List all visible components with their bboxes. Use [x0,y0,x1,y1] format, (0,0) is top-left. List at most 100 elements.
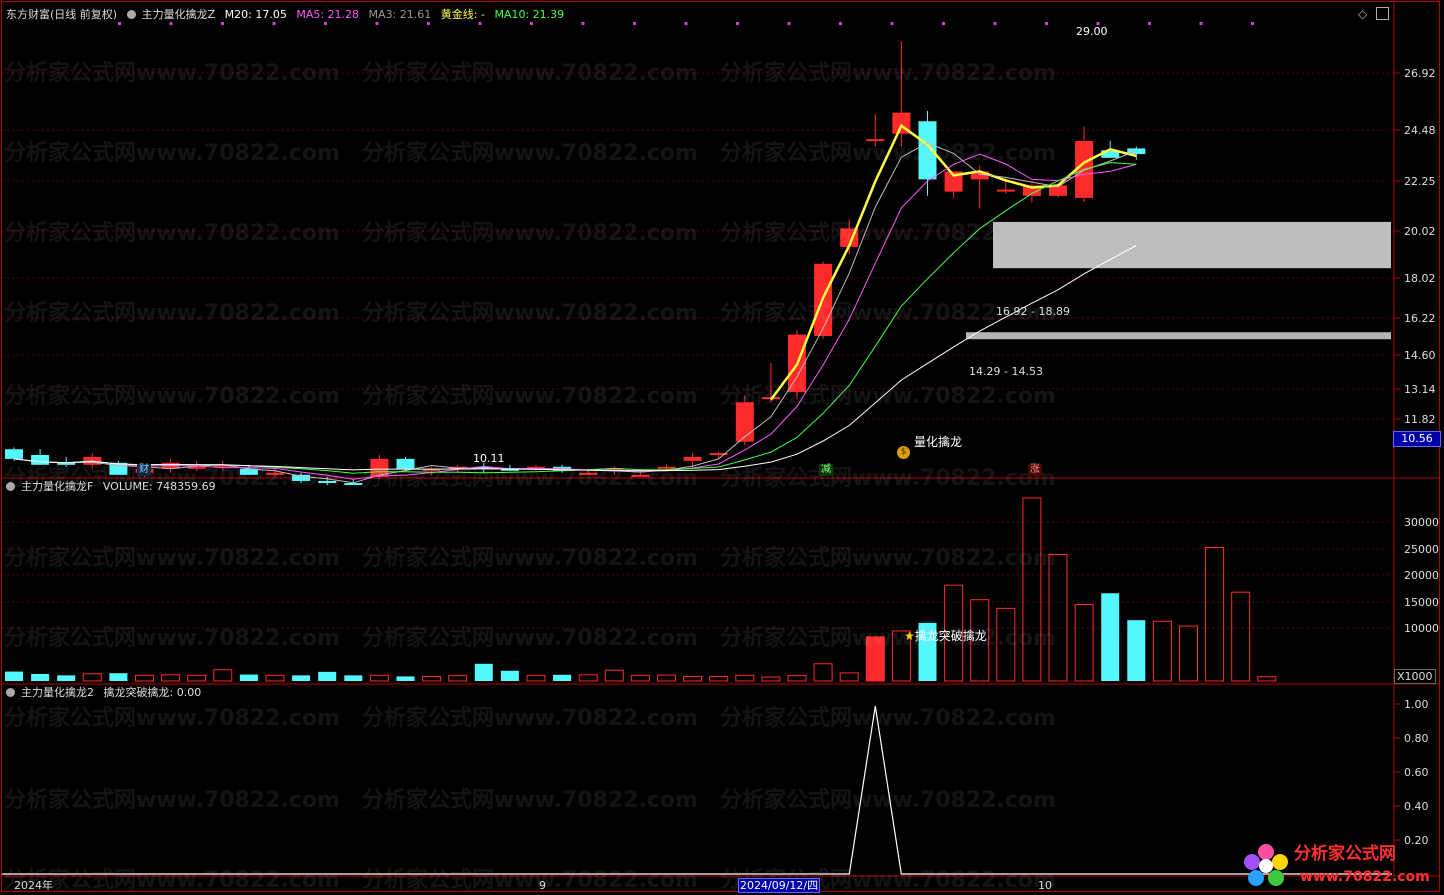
ma3-line [13,142,1137,484]
candle-body [344,483,363,486]
volume-bar [578,674,598,682]
diamond-icon[interactable]: ◇ [1358,8,1367,21]
signal-tick: 1.00 [1404,698,1429,711]
volume-bar [1127,620,1146,681]
marker-cai[interactable]: 财 [137,464,151,476]
logo-name: 分析家公式网 [1294,844,1396,864]
top-marker-dot [787,22,791,25]
top-marker-dot [839,22,842,25]
volume-indicator-name[interactable]: 主力量化擒龙F [21,480,93,493]
signal-indicator-name[interactable]: 主力量化擒龙2 [21,686,94,699]
volume-bar-signal [866,636,885,681]
site-logo: 分析家公式网 www.70822.com [1238,838,1438,892]
signal-label: 量化擒龙 [914,435,963,449]
volume-tick: 25000 [1404,543,1439,556]
m20-value: M20: 17.05 [224,8,287,21]
volume-bar [683,675,703,682]
price-tick: 24.48 [1404,124,1436,137]
ma3-value: MA3: 21.61 [368,8,432,21]
volume-bar [1152,620,1172,682]
volume-bar [630,674,650,682]
settings-circle-icon[interactable] [6,482,15,491]
top-marker-dot [633,22,636,25]
volume-bar [996,607,1016,682]
ma5-line [13,153,1137,480]
volume-tick: 30000 [1404,516,1439,529]
current-price-badge: 10.56 [1393,431,1441,447]
price-tick: 20.02 [1404,225,1436,238]
logo-url: www.70822.com [1300,869,1430,885]
ma10-value: MA10: 21.39 [494,8,565,21]
volume-bar [657,674,676,682]
settings-circle-icon[interactable] [126,10,136,19]
volume-bar [1205,547,1225,682]
price-tick: 13.14 [1404,383,1436,396]
indicator-name[interactable]: 主力量化擒龙Z [142,8,216,21]
volume-bar [1022,497,1042,682]
signal-panel-header: 主力量化擒龙2 擒龙突破擒龙: 0.00 [6,685,207,701]
chart-canvas[interactable] [0,0,1444,895]
top-marker-dot [1148,22,1151,25]
top-marker-dot [1199,22,1203,25]
volume-bar [82,673,102,682]
price-tick: 26.92 [1404,67,1436,80]
volume-bar [5,671,23,681]
volume-bar [344,675,363,681]
volume-bar [396,676,415,681]
flower-logo-icon [1244,844,1288,886]
date-month-10: 10 [1038,879,1052,892]
marker-zhang[interactable]: 涨 [1028,464,1042,476]
zone-upper-label: 16.92 - 18.89 [996,305,1070,318]
volume-bar [787,675,807,682]
date-cursor[interactable]: 2024/09/12/四 [738,878,821,893]
signal-line [2,705,1392,875]
signal-tick: 0.80 [1404,732,1429,745]
candle-body [996,189,1015,192]
price-tick: 18.02 [1404,272,1436,285]
marker-jian[interactable]: 减 [819,464,833,476]
volume-signal-label: ★擒龙突破擒龙 [904,629,987,643]
volume-bar [604,669,624,682]
volume-bar [292,675,311,681]
volume-bar [161,674,181,682]
top-marker-dot [890,22,894,25]
volume-bar [318,671,337,681]
candle-body [31,454,50,465]
volume-bar [213,669,233,682]
signal-tick: 0.60 [1404,766,1429,779]
top-marker-dot [684,22,688,25]
gold-line-value: 黄金线: - [440,8,485,21]
top-marker-dot [942,22,945,25]
maximize-icon[interactable] [1376,7,1389,20]
support-zone [993,221,1391,269]
price-tick: 16.22 [1404,312,1436,325]
money-bag-icon[interactable]: $ [897,446,910,459]
settings-circle-icon[interactable] [6,688,15,697]
volume-bar [735,674,755,682]
volume-bar [265,674,285,682]
volume-bar [839,672,859,682]
candle-body [683,456,702,461]
star-icon: ★ [904,629,915,643]
price-tick: 22.25 [1404,175,1436,188]
volume-bar [31,674,50,681]
volume-bar [422,675,442,682]
volume-bar [813,663,833,682]
top-marker-dot [581,22,585,25]
volume-bar [1257,676,1277,682]
volume-bar [1101,593,1120,681]
volume-bar [239,674,258,681]
top-marker-dot [736,22,739,25]
candle-body [657,466,676,469]
date-year: 2024年 [14,879,53,892]
price-tick: 11.82 [1404,413,1436,426]
volume-tick: 20000 [1404,569,1439,582]
candle-body [631,474,650,477]
volume-bar [109,673,128,681]
volume-panel-header: 主力量化擒龙F VOLUME: 748359.69 [6,479,222,495]
volume-bar [1074,604,1094,682]
top-marker-dot [993,22,997,25]
main-panel-header: 东方财富(日线 前复权) 主力量化擒龙Z M20: 17.05 MA5: 21.… [6,7,570,23]
volume-bar [135,674,154,682]
candle-body [579,472,598,475]
